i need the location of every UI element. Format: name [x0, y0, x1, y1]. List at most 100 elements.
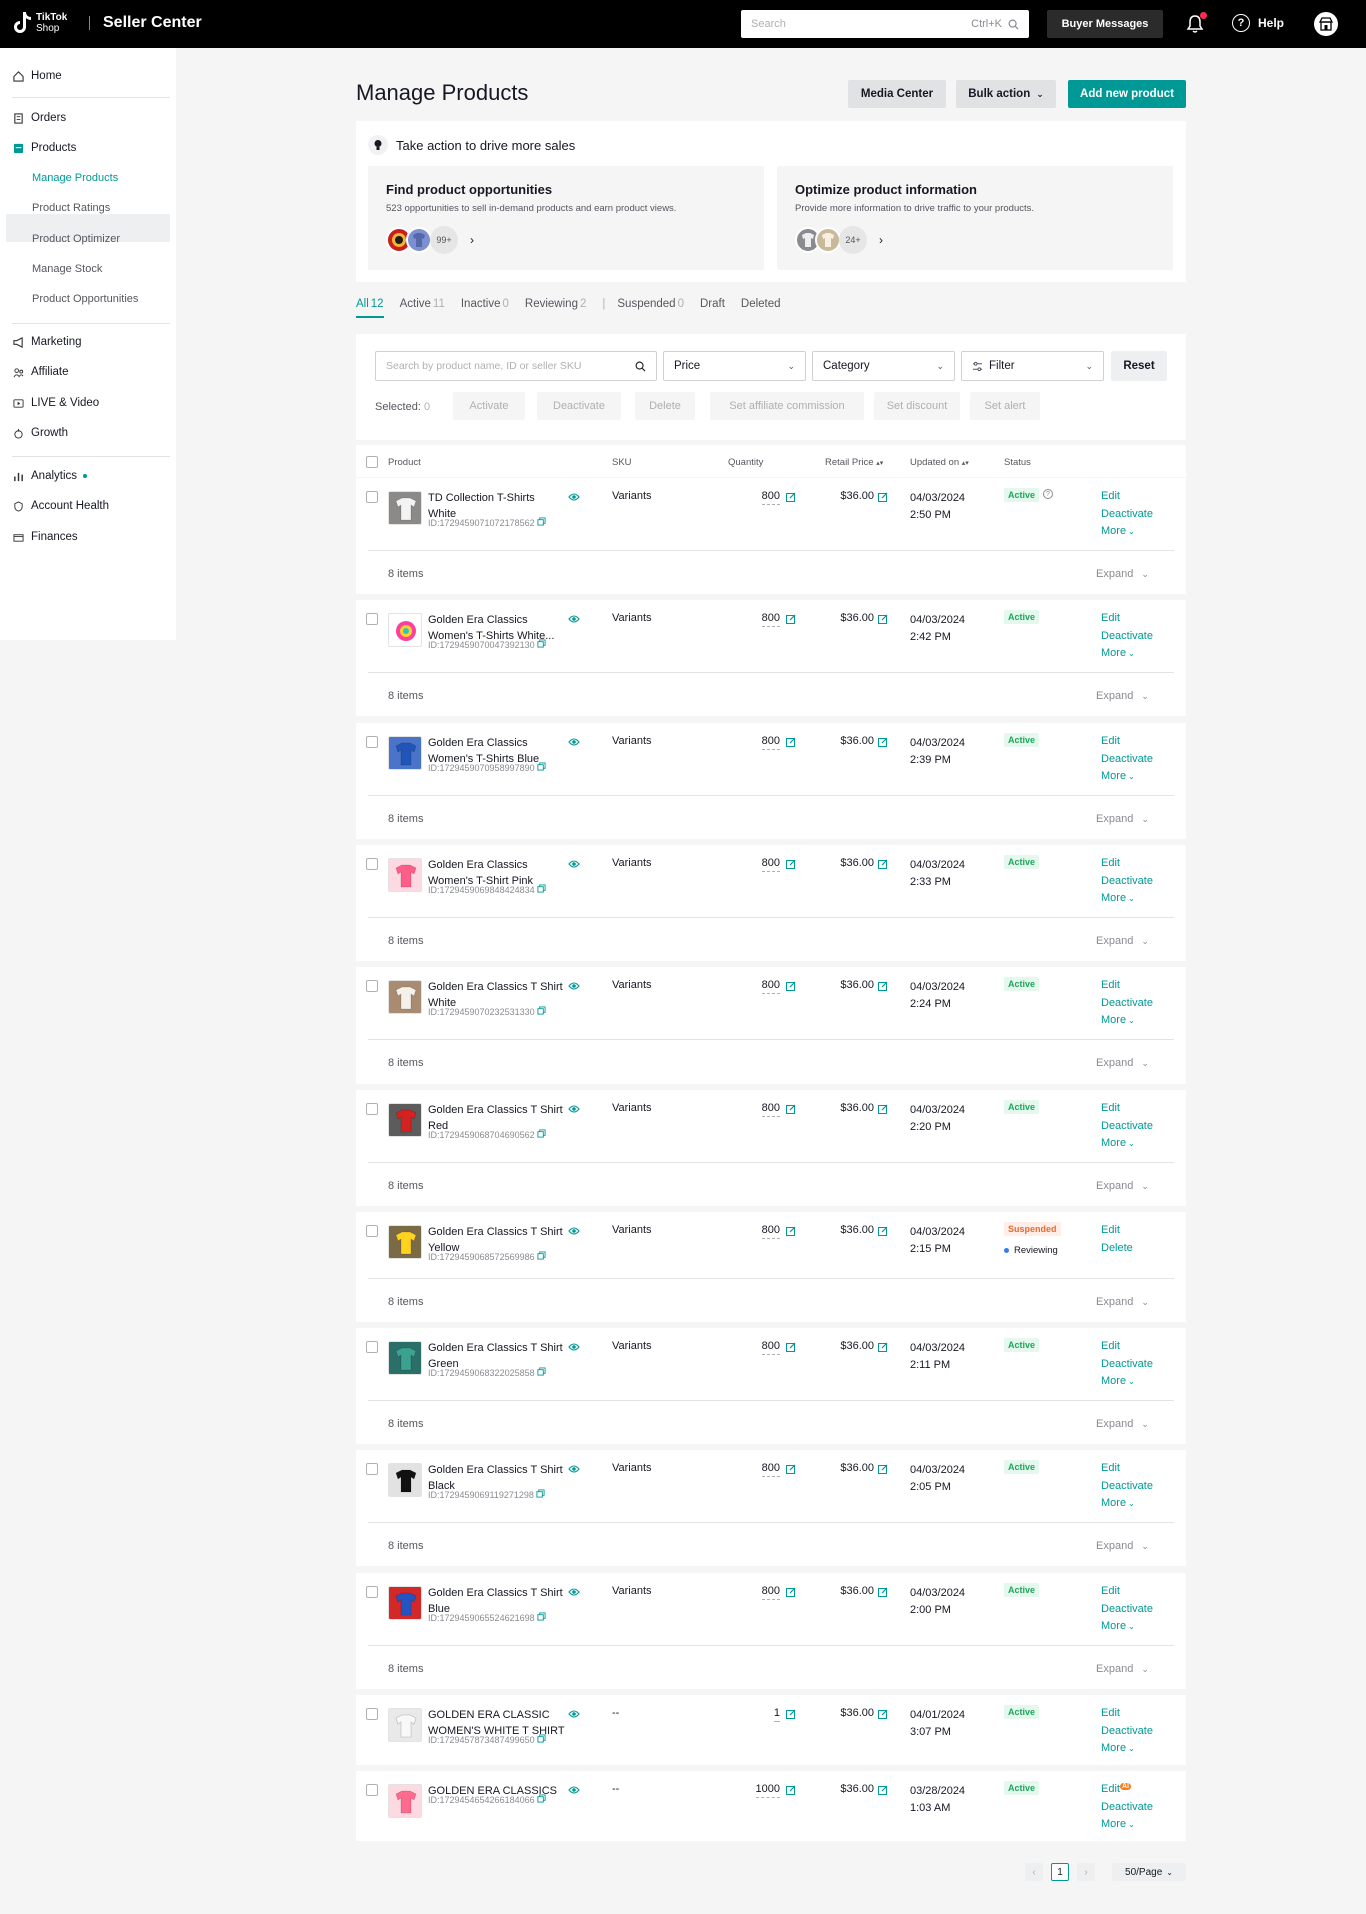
sidebar-item-product-ratings[interactable]: Product Ratings: [32, 202, 110, 214]
edit-price-icon[interactable]: [878, 1226, 888, 1236]
eye-icon[interactable]: [568, 491, 580, 503]
eye-icon[interactable]: [568, 1708, 580, 1720]
sidebar-item-product-opportunities[interactable]: Product Opportunities: [32, 293, 138, 305]
more-action-link[interactable]: More ⌄: [1101, 1137, 1135, 1149]
sidebar-item-manage-products[interactable]: Manage Products: [32, 172, 118, 184]
sidebar-item-orders[interactable]: Orders: [12, 112, 66, 124]
sidebar-item-product-optimizer[interactable]: Product Optimizer: [32, 233, 120, 245]
row-checkbox[interactable]: [366, 1463, 378, 1475]
row-checkbox[interactable]: [366, 613, 378, 625]
tab-reviewing[interactable]: Reviewing 2: [525, 298, 586, 310]
sidebar-item-marketing[interactable]: Marketing: [12, 336, 82, 348]
edit-action-link[interactable]: Edit: [1101, 1585, 1120, 1597]
copy-icon[interactable]: [537, 639, 546, 648]
more-action-link[interactable]: More ⌄: [1101, 892, 1135, 904]
edit-price-icon[interactable]: [878, 1587, 888, 1597]
sidebar-item-home[interactable]: Home: [12, 70, 62, 82]
eye-icon[interactable]: [568, 858, 580, 870]
more-action-link[interactable]: More ⌄: [1101, 1497, 1135, 1509]
product-price[interactable]: $36.00: [840, 1783, 874, 1795]
deactivate-action-link[interactable]: Deactivate: [1101, 1725, 1153, 1737]
product-quantity[interactable]: 1000: [755, 1783, 780, 1798]
category-filter-select[interactable]: Category ⌄: [812, 351, 955, 381]
edit-quantity-icon[interactable]: [786, 981, 796, 991]
product-image[interactable]: [388, 980, 422, 1014]
product-image[interactable]: [388, 1225, 422, 1259]
more-action-link[interactable]: More ⌄: [1101, 770, 1135, 782]
next-page-button[interactable]: ›: [1077, 1863, 1095, 1881]
edit-price-icon[interactable]: [878, 737, 888, 747]
tab-inactive[interactable]: Inactive 0: [461, 298, 509, 310]
product-price[interactable]: $36.00: [840, 1462, 874, 1474]
edit-action-link[interactable]: Edit: [1101, 1102, 1120, 1114]
sidebar-item-affiliate[interactable]: Affiliate: [12, 366, 69, 378]
deactivate-action-link[interactable]: Deactivate: [1101, 997, 1153, 1009]
optimize-info-card[interactable]: Optimize product information Provide mor…: [777, 166, 1173, 270]
product-price[interactable]: $36.00: [840, 1707, 874, 1719]
more-action-link[interactable]: More ⌄: [1101, 1620, 1135, 1632]
global-search-input[interactable]: Search Ctrl+K: [741, 10, 1029, 38]
expand-button[interactable]: Expand ⌄: [1096, 568, 1149, 580]
info-icon[interactable]: ?: [1043, 489, 1053, 499]
eye-icon[interactable]: [568, 1586, 580, 1598]
copy-icon[interactable]: [537, 1794, 546, 1803]
deactivate-action-link[interactable]: Deactivate: [1101, 1603, 1153, 1615]
media-center-button[interactable]: Media Center: [848, 80, 946, 108]
copy-icon[interactable]: [537, 884, 546, 893]
product-price[interactable]: $36.00: [840, 735, 874, 747]
product-quantity[interactable]: 800: [761, 1585, 780, 1600]
product-image[interactable]: [388, 1586, 422, 1620]
edit-quantity-icon[interactable]: [786, 1226, 796, 1236]
page-size-select[interactable]: 50/Page ⌄: [1112, 1863, 1186, 1881]
product-price[interactable]: $36.00: [840, 612, 874, 624]
product-quantity[interactable]: 800: [761, 735, 780, 750]
product-price[interactable]: $36.00: [840, 857, 874, 869]
tiktok-shop-logo[interactable]: TikTok Shop: [12, 10, 67, 36]
edit-price-icon[interactable]: [878, 859, 888, 869]
row-checkbox[interactable]: [366, 1708, 378, 1720]
expand-button[interactable]: Expand ⌄: [1096, 1180, 1149, 1192]
tab-all[interactable]: All 12: [356, 298, 384, 310]
eye-icon[interactable]: [568, 1225, 580, 1237]
copy-icon[interactable]: [537, 1367, 546, 1376]
edit-quantity-icon[interactable]: [786, 1342, 796, 1352]
edit-price-icon[interactable]: [878, 1342, 888, 1352]
edit-action-link[interactable]: Edit: [1101, 490, 1120, 502]
select-all-checkbox[interactable]: [366, 456, 378, 468]
row-checkbox[interactable]: [366, 1784, 378, 1796]
product-search-input[interactable]: Search by product name, ID or seller SKU: [375, 351, 657, 381]
row-checkbox[interactable]: [366, 980, 378, 992]
copy-icon[interactable]: [537, 762, 546, 771]
sidebar-item-live-video[interactable]: LIVE & Video: [12, 397, 99, 409]
help-button[interactable]: ? Help: [1232, 14, 1284, 32]
copy-icon[interactable]: [537, 1129, 546, 1138]
deactivate-action-link[interactable]: Deactivate: [1101, 1358, 1153, 1370]
edit-quantity-icon[interactable]: [786, 1587, 796, 1597]
column-header-updated-on[interactable]: Updated on ▴▾: [910, 457, 969, 468]
eye-icon[interactable]: [568, 980, 580, 992]
bulk-action-button[interactable]: Bulk action ⌄: [956, 80, 1056, 108]
edit-quantity-icon[interactable]: [786, 1104, 796, 1114]
product-quantity[interactable]: 800: [761, 490, 780, 505]
edit-quantity-icon[interactable]: [786, 614, 796, 624]
product-price[interactable]: $36.00: [840, 1585, 874, 1597]
tab-suspended[interactable]: Suspended 0: [617, 298, 684, 310]
product-image[interactable]: [388, 613, 422, 647]
set-affiliate-commission-button[interactable]: Set affiliate commission: [710, 392, 864, 420]
tab-active[interactable]: Active 11: [400, 298, 445, 310]
product-quantity[interactable]: 800: [761, 1462, 780, 1477]
product-image[interactable]: [388, 1341, 422, 1375]
product-quantity[interactable]: 800: [761, 857, 780, 872]
sidebar-item-account-health[interactable]: Account Health: [12, 500, 109, 512]
set-discount-button[interactable]: Set discount: [874, 392, 960, 420]
copy-icon[interactable]: [537, 1612, 546, 1621]
expand-button[interactable]: Expand ⌄: [1096, 813, 1149, 825]
expand-button[interactable]: Expand ⌄: [1096, 1057, 1149, 1069]
expand-button[interactable]: Expand ⌄: [1096, 690, 1149, 702]
add-new-product-button[interactable]: Add new product: [1068, 80, 1186, 108]
copy-icon[interactable]: [537, 1734, 546, 1743]
chevron-right-icon[interactable]: ›: [879, 233, 883, 247]
tab-draft[interactable]: Draft: [700, 298, 725, 310]
copy-icon[interactable]: [537, 517, 546, 526]
more-action-link[interactable]: More ⌄: [1101, 525, 1135, 537]
